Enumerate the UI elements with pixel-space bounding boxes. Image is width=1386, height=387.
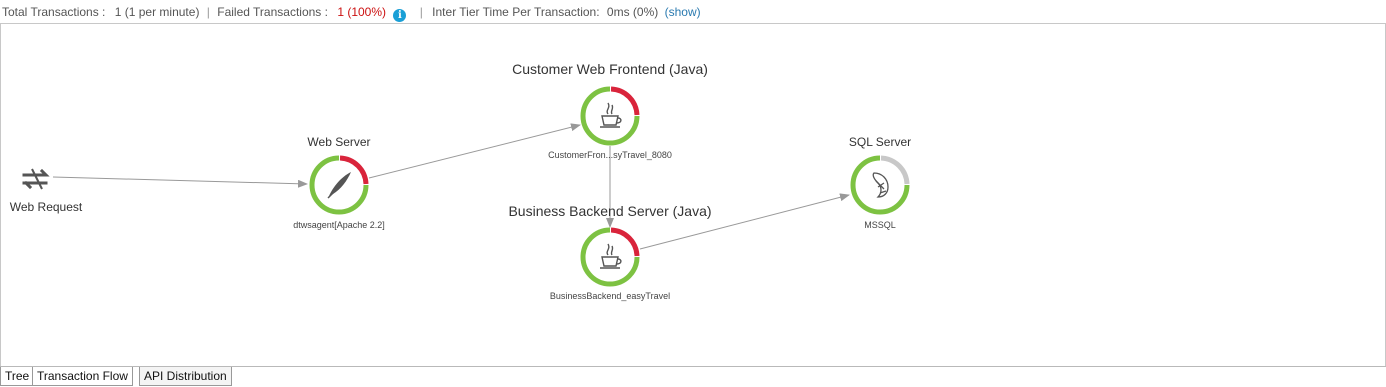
total-transactions-label: Total Transactions : <box>2 5 106 19</box>
edge-webrequest-webserver <box>52 176 308 188</box>
sql-server-title: SQL Server <box>848 135 912 149</box>
inter-tier-time-value: 0ms (0%) <box>606 5 659 19</box>
web-server-title: Web Server <box>307 135 371 149</box>
view-tabs: Tree Transaction Flow API Distribution <box>0 366 1386 387</box>
web-server-agent: dtwsagent[Apache 2.2] <box>293 220 385 230</box>
frontend-node[interactable] <box>580 86 640 146</box>
inter-tier-time-label: Inter Tier Time Per Transaction: <box>432 5 600 19</box>
sql-server-node[interactable] <box>850 155 910 215</box>
transaction-stats-bar: Total Transactions : 1 (1 per minute) | … <box>0 0 1386 24</box>
info-icon[interactable]: i <box>393 9 407 22</box>
transfer-arrows-icon <box>22 168 50 190</box>
failed-transactions-value: 1 (100%) <box>337 5 387 19</box>
frontend-agent: CustomerFron...syTravel_8080 <box>548 150 672 160</box>
tab-api-distribution[interactable]: API Distribution <box>139 367 232 386</box>
transaction-flow-canvas: Web Request Web Server dtwsagent[Apache … <box>0 23 1386 367</box>
total-transactions-value: 1 (1 per minute) <box>114 5 200 19</box>
frontend-title: Customer Web Frontend (Java) <box>512 61 708 77</box>
web-request-label: Web Request <box>9 200 83 214</box>
sql-server-agent: MSSQL <box>864 220 896 230</box>
divider: | <box>206 5 210 19</box>
divider: | <box>419 5 423 19</box>
tab-tree[interactable]: Tree <box>0 367 35 386</box>
tab-transaction-flow[interactable]: Transaction Flow <box>32 367 133 386</box>
backend-node[interactable] <box>580 227 640 287</box>
failed-transactions-label: Failed Transactions : <box>217 5 328 19</box>
web-server-node[interactable] <box>309 155 369 215</box>
backend-title: Business Backend Server (Java) <box>508 203 712 219</box>
backend-agent: BusinessBackend_easyTravel <box>549 291 671 301</box>
show-link[interactable]: (show) <box>665 0 701 24</box>
